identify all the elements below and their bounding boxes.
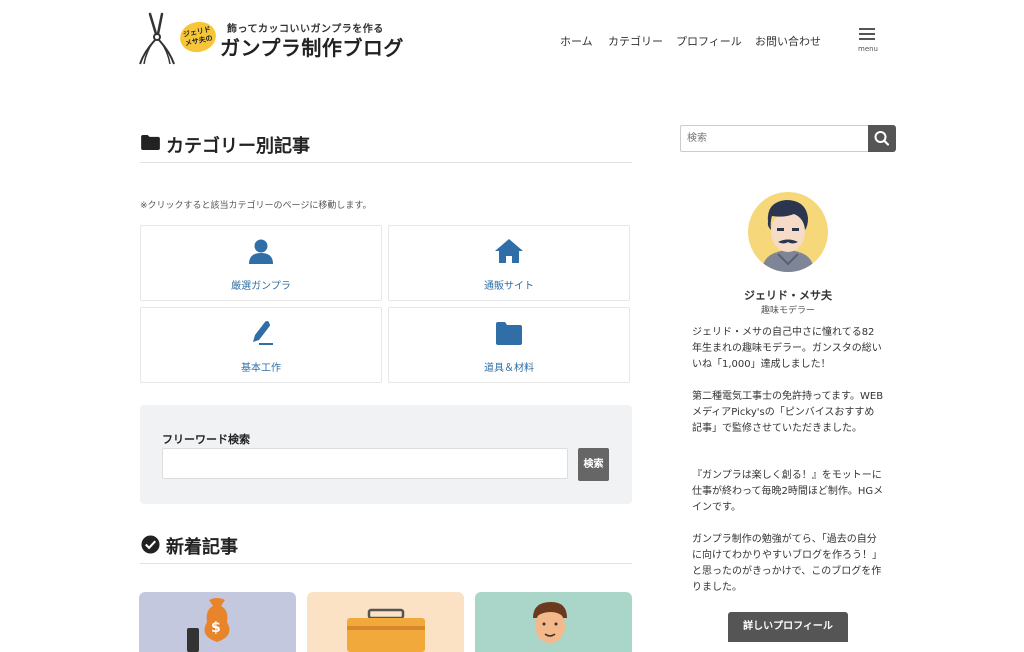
new-articles-heading: 新着記事	[140, 533, 632, 564]
toolbox-icon	[347, 608, 425, 652]
profile-text: 『ガンプラは楽しく創る！』をモットーに仕事が終わって毎晩2時間ほど制作。HGメイ…	[692, 470, 884, 513]
category-label: 道具＆材料	[484, 363, 534, 374]
nav-profile[interactable]: プロフィール	[676, 33, 742, 49]
category-note: ※クリックすると該当カテゴリーのページに移動します。	[140, 201, 372, 211]
avatar	[748, 192, 828, 272]
profile-name: ジェリド・メサ夫	[744, 289, 832, 302]
category-card-gunpla[interactable]: 厳選ガンプラ	[140, 225, 382, 301]
hamburger-icon	[859, 28, 875, 30]
nav-category[interactable]: カテゴリー	[608, 33, 663, 49]
search-icon	[874, 131, 890, 146]
folder-icon	[496, 322, 522, 345]
folder-icon	[141, 135, 160, 150]
home-icon	[495, 239, 523, 263]
pen-icon	[253, 321, 273, 345]
category-label: 厳選ガンプラ	[231, 281, 291, 292]
person-icon	[533, 602, 567, 643]
freeword-search-button[interactable]: 検索	[578, 448, 609, 481]
category-card-tools[interactable]: 道具＆材料	[388, 307, 630, 383]
category-label: 基本工作	[241, 363, 281, 374]
profile-role: 趣味モデラー	[760, 306, 815, 316]
sidebar-search-button[interactable]	[868, 125, 896, 152]
profile-text: ジェリド・メサの自己中さに憧れてる82年生まれの趣味モデラー。ガンスタの総いいね…	[692, 327, 882, 370]
profile-text: ガンプラ制作の勉強がてら、「過去の自分に向けてわかりやすいブログを作ろう！」と思…	[692, 534, 882, 593]
logo-badge: ジェリド メサ夫の	[177, 18, 219, 56]
menu-label: menu	[858, 45, 878, 53]
site-title[interactable]: ガンプラ制作ブログ	[220, 32, 404, 61]
category-card-basic[interactable]: 基本工作	[140, 307, 382, 383]
freeword-title: フリーワード検索	[162, 433, 250, 446]
svg-text:$: $	[211, 620, 221, 636]
profile-detail-button[interactable]: 詳しいプロフィール	[728, 612, 848, 642]
pliers-logo-icon[interactable]	[136, 12, 180, 66]
category-heading: カテゴリー別記事	[140, 132, 632, 163]
category-label: 通販サイト	[484, 281, 534, 292]
sidebar-search-input[interactable]	[680, 125, 869, 152]
category-card-shop[interactable]: 通販サイト	[388, 225, 630, 301]
check-circle-icon	[141, 535, 160, 554]
category-heading-text: カテゴリー別記事	[166, 136, 310, 157]
menu-button[interactable]: menu	[856, 26, 880, 54]
freeword-search-input[interactable]	[162, 448, 568, 479]
nav-contact[interactable]: お問い合わせ	[755, 33, 821, 49]
article-thumbnail[interactable]	[307, 592, 464, 652]
money-bag-icon: $	[187, 598, 230, 652]
new-articles-heading-text: 新着記事	[166, 537, 238, 558]
article-thumbnail[interactable]: $	[139, 592, 296, 652]
user-icon	[249, 239, 273, 264]
article-thumbnail[interactable]	[475, 592, 632, 652]
profile-text: 第二種電気工事士の免許持ってます。WEBメディアPicky'sの「ピンバイスおす…	[692, 391, 884, 434]
nav-home[interactable]: ホーム	[560, 33, 593, 49]
